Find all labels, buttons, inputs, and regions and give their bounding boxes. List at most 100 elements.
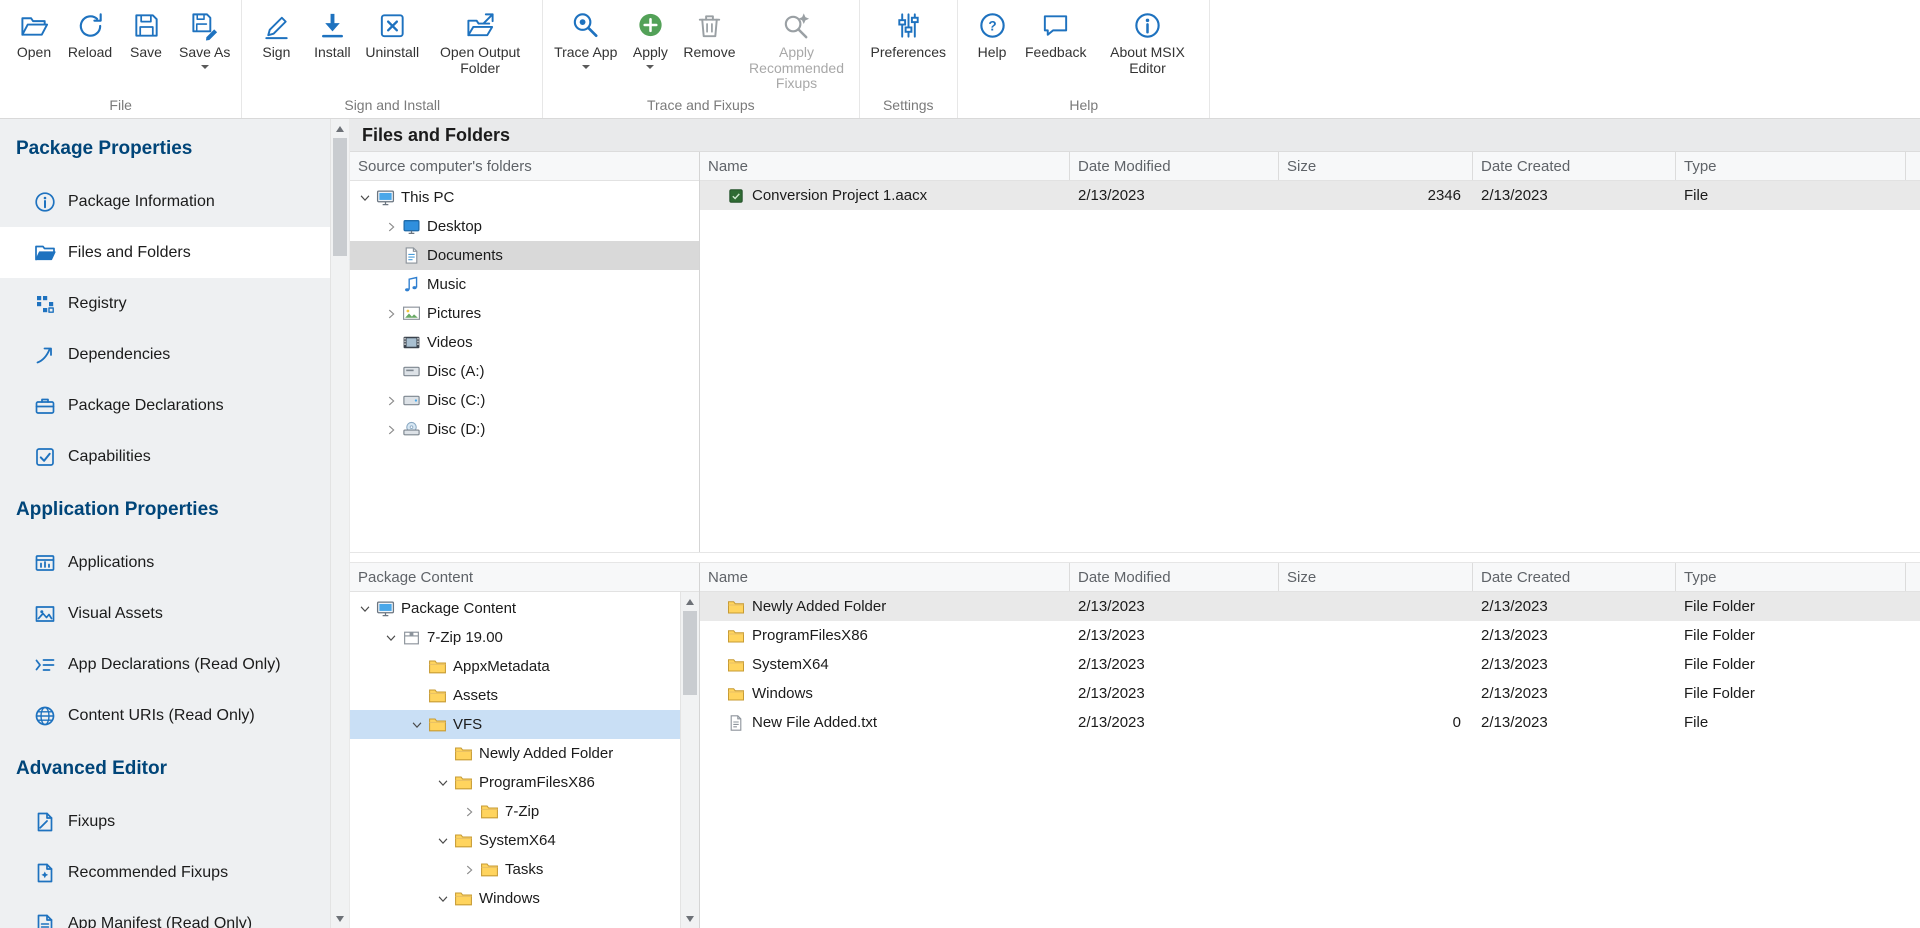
size-cell (1279, 679, 1473, 708)
sidebar-item-applications[interactable]: Applications (0, 537, 330, 588)
sidebar-item-recommended-fixups[interactable]: Recommended Fixups (0, 847, 330, 898)
column-header-date-created[interactable]: Date Created (1473, 152, 1676, 180)
feedback-button[interactable]: Feedback (1020, 4, 1091, 63)
tree-scroll-up-button[interactable] (681, 592, 699, 611)
apply-button[interactable]: Apply (622, 4, 678, 71)
chevron-collapsed-icon[interactable] (458, 862, 480, 878)
dropdown-caret-icon[interactable] (582, 65, 590, 69)
tree-item-tasks[interactable]: Tasks (350, 855, 699, 884)
chevron-expanded-icon[interactable] (432, 891, 454, 907)
tree-item-newly-added-folder[interactable]: Newly Added Folder (350, 739, 699, 768)
file-name: ProgramFilesX86 (752, 627, 868, 644)
install-button[interactable]: Install (304, 4, 360, 63)
tree-scrollbar-track[interactable] (681, 611, 699, 909)
folder-icon (480, 802, 499, 821)
open-button[interactable]: Open (6, 4, 62, 63)
chevron-collapsed-icon[interactable] (380, 219, 402, 235)
sidebar-item-app-manifest-read-only[interactable]: App Manifest (Read Only) (0, 898, 330, 928)
column-header-type[interactable]: Type (1676, 563, 1906, 591)
column-header-date-modified[interactable]: Date Modified (1070, 152, 1279, 180)
chevron-expanded-icon[interactable] (432, 775, 454, 791)
app-package-icon (402, 628, 421, 647)
chevron-expanded-icon[interactable] (354, 601, 376, 617)
sidebar-scroll-down-button[interactable] (331, 909, 349, 928)
uninstall-button[interactable]: Uninstall (360, 4, 424, 63)
tree-item-programfilesx86[interactable]: ProgramFilesX86 (350, 768, 699, 797)
chevron-expanded-icon[interactable] (406, 717, 428, 733)
tree-item-windows[interactable]: Windows (350, 884, 699, 913)
tree-item-disc-a[interactable]: Disc (A:) (350, 357, 699, 386)
chevron-collapsed-icon[interactable] (380, 422, 402, 438)
sidebar-item-app-declarations-read-only[interactable]: App Declarations (Read Only) (0, 639, 330, 690)
tree-item-package-content[interactable]: Package Content (350, 594, 699, 623)
apply-recommended-fixups-button[interactable]: Apply Recommended Fixups (741, 4, 853, 94)
sidebar-item-package-declarations[interactable]: Package Declarations (0, 380, 330, 431)
tree-item-7-zip-19-00[interactable]: 7-Zip 19.00 (350, 623, 699, 652)
tree-item-music[interactable]: Music (350, 270, 699, 299)
preferences-button[interactable]: Preferences (866, 4, 951, 63)
file-row-conversion-project-1-aacx[interactable]: Conversion Project 1.aacx2/13/202323462/… (700, 181, 1920, 210)
sidebar-item-visual-assets[interactable]: Visual Assets (0, 588, 330, 639)
reload-button[interactable]: Reload (62, 4, 118, 63)
file-name-cell: Windows (700, 679, 1070, 708)
sidebar-scrollbar-track[interactable] (331, 138, 349, 909)
tree-item-disc-d[interactable]: Disc (D:) (350, 415, 699, 444)
save-as-button[interactable]: Save As (174, 4, 235, 71)
tree-item-this-pc[interactable]: This PC (350, 183, 699, 212)
tree-item-pictures[interactable]: Pictures (350, 299, 699, 328)
column-header-size[interactable]: Size (1279, 563, 1473, 591)
chevron-expanded-icon[interactable] (380, 630, 402, 646)
remove-button[interactable]: Remove (678, 4, 740, 63)
sidebar-item-files-and-folders[interactable]: Files and Folders (0, 227, 330, 278)
dropdown-caret-icon[interactable] (646, 65, 654, 69)
trace-app-button[interactable]: Trace App (549, 4, 622, 71)
sidebar-item-content-uris-read-only[interactable]: Content URIs (Read Only) (0, 690, 330, 741)
file-row-new-file-added-txt[interactable]: New File Added.txt2/13/202302/13/2023Fil… (700, 708, 1920, 737)
files-and-folders-icon (34, 242, 56, 264)
column-header-name[interactable]: Name (700, 152, 1070, 180)
package-tree-scrollbar[interactable] (680, 592, 699, 928)
column-header-name[interactable]: Name (700, 563, 1070, 591)
chevron-collapsed-icon[interactable] (380, 393, 402, 409)
tree-item-assets[interactable]: Assets (350, 681, 699, 710)
file-row-windows[interactable]: Windows2/13/20232/13/2023File Folder (700, 679, 1920, 708)
column-header-date-modified[interactable]: Date Modified (1070, 563, 1279, 591)
folder-icon (727, 598, 745, 616)
sidebar-scroll-up-button[interactable] (331, 119, 349, 138)
sidebar-scrollbar-thumb[interactable] (333, 138, 347, 256)
column-header-type[interactable]: Type (1676, 152, 1906, 180)
tree-item-vfs[interactable]: VFS (350, 710, 699, 739)
chevron-collapsed-icon[interactable] (458, 804, 480, 820)
sidebar-item-package-information[interactable]: Package Information (0, 176, 330, 227)
file-row-programfilesx86[interactable]: ProgramFilesX862/13/20232/13/2023File Fo… (700, 621, 1920, 650)
sidebar-item-fixups[interactable]: Fixups (0, 796, 330, 847)
tree-item-7-zip[interactable]: 7-Zip (350, 797, 699, 826)
file-name-cell: SystemX64 (700, 650, 1070, 679)
sidebar-item-registry[interactable]: Registry (0, 278, 330, 329)
tree-item-documents[interactable]: Documents (350, 241, 699, 270)
chevron-expanded-icon[interactable] (432, 833, 454, 849)
sidebar-scrollbar[interactable] (330, 119, 350, 928)
tree-scrollbar-thumb[interactable] (683, 611, 697, 695)
file-row-systemx64[interactable]: SystemX642/13/20232/13/2023File Folder (700, 650, 1920, 679)
open-output-folder-button[interactable]: Open Output Folder (424, 4, 536, 78)
sidebar-item-dependencies[interactable]: Dependencies (0, 329, 330, 380)
tree-item-videos[interactable]: Videos (350, 328, 699, 357)
file-row-newly-added-folder[interactable]: Newly Added Folder2/13/20232/13/2023File… (700, 592, 1920, 621)
panel-splitter[interactable] (350, 553, 1920, 562)
help-button[interactable]: ?Help (964, 4, 1020, 63)
sidebar-item-capabilities[interactable]: Capabilities (0, 431, 330, 482)
column-header-date-created[interactable]: Date Created (1473, 563, 1676, 591)
dropdown-caret-icon[interactable] (201, 65, 209, 69)
tree-scroll-down-button[interactable] (681, 909, 699, 928)
save-button[interactable]: Save (118, 4, 174, 63)
tree-item-appxmetadata[interactable]: AppxMetadata (350, 652, 699, 681)
chevron-collapsed-icon[interactable] (380, 306, 402, 322)
tree-item-desktop[interactable]: Desktop (350, 212, 699, 241)
chevron-expanded-icon[interactable] (354, 190, 376, 206)
about-msix-editor-button[interactable]: About MSIX Editor (1091, 4, 1203, 78)
column-header-size[interactable]: Size (1279, 152, 1473, 180)
tree-item-disc-c[interactable]: Disc (C:) (350, 386, 699, 415)
sign-button[interactable]: Sign (248, 4, 304, 63)
tree-item-systemx64[interactable]: SystemX64 (350, 826, 699, 855)
